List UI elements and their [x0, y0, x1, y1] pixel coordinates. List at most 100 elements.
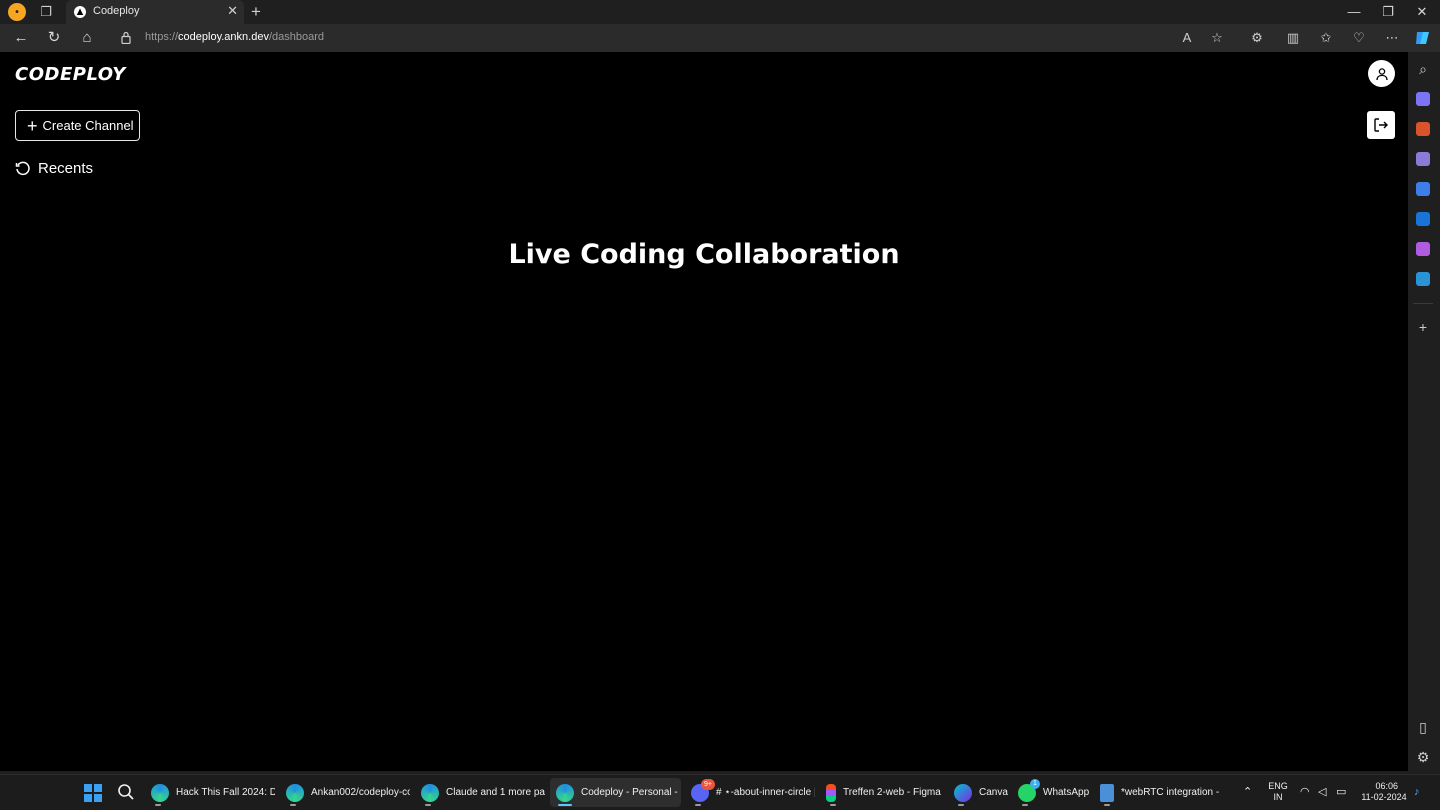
- close-tab-icon[interactable]: ✕: [227, 4, 238, 18]
- tab-codeploy[interactable]: Codeploy ✕: [66, 0, 244, 24]
- create-channel-button[interactable]: + Create Channel: [15, 110, 140, 141]
- create-channel-label: Create Channel: [42, 118, 134, 133]
- recents-label: Recents: [38, 160, 94, 177]
- taskbar-item-label: WhatsApp: [1043, 787, 1090, 798]
- taskbar-item-label: Ankan002/codeploy-co: [311, 787, 410, 798]
- more-menu-icon[interactable]: ⋯: [1383, 29, 1401, 47]
- taskbar-item-label: # ⋆-about-inner-circle |: [716, 787, 815, 798]
- back-icon[interactable]: ←: [12, 29, 30, 47]
- logout-icon: [1374, 118, 1388, 132]
- running-indicator: [1104, 804, 1110, 806]
- edge-icon: [151, 783, 169, 802]
- taskbar-item-whatsapp[interactable]: WhatsApp: [1012, 778, 1090, 807]
- new-tab-icon[interactable]: +: [251, 3, 261, 20]
- running-indicator: [695, 804, 701, 806]
- battery-icon[interactable]: ▭: [1336, 786, 1346, 798]
- copilot-icon[interactable]: [1413, 28, 1433, 48]
- home-icon[interactable]: ⌂: [78, 29, 96, 47]
- windows-start-icon[interactable]: [84, 784, 102, 802]
- discord-badge: 9+: [701, 779, 715, 790]
- refresh-icon[interactable]: ↻: [45, 29, 63, 47]
- page-viewport: CODEPLOY + Create Channel Recents Live C…: [0, 52, 1408, 771]
- taskbar-item-label: Claude and 1 more page: [446, 787, 545, 798]
- active-indicator: [558, 804, 572, 806]
- url-host: codeploy.ankn.dev: [178, 31, 269, 43]
- taskbar-item-claude[interactable]: Claude and 1 more page: [415, 778, 545, 807]
- user-icon: [1375, 67, 1388, 80]
- sidebar-drop-icon[interactable]: [1416, 272, 1430, 286]
- notification-bell-icon[interactable]: ♪: [1414, 786, 1420, 798]
- page-headline: Live Coding Collaboration: [508, 239, 900, 270]
- language-region: IN: [1273, 792, 1283, 802]
- lock-icon[interactable]: [121, 31, 131, 44]
- language-indicator[interactable]: ENG IN: [1266, 781, 1290, 803]
- history-icon: [15, 161, 30, 175]
- address-bar[interactable]: https://codeploy.ankn.dev/dashboard: [145, 31, 324, 43]
- running-indicator: [830, 804, 836, 806]
- clock-time: 06:06: [1375, 781, 1398, 791]
- taskbar-item-github[interactable]: Ankan002/codeploy-co: [280, 778, 410, 807]
- url-prefix: https://: [145, 31, 179, 43]
- sidebar-settings-icon[interactable]: ⚙: [1414, 749, 1432, 765]
- notepad-icon: [1100, 783, 1114, 802]
- workspaces-icon[interactable]: ❐: [38, 4, 54, 20]
- sidebar-search-icon[interactable]: ⌕: [1414, 61, 1432, 77]
- canva-icon: [954, 783, 972, 802]
- sidebar-outlook-icon[interactable]: [1416, 212, 1430, 226]
- running-indicator: [155, 804, 161, 806]
- read-aloud-icon[interactable]: A: [1178, 29, 1196, 47]
- profile-icon[interactable]: •: [8, 3, 26, 21]
- running-indicator: [958, 804, 964, 806]
- taskbar-search-icon[interactable]: [117, 783, 135, 801]
- extensions-icon[interactable]: ⚙: [1248, 29, 1266, 47]
- browser-essentials-icon[interactable]: ♡: [1350, 29, 1368, 47]
- whatsapp-badge: 1: [1030, 779, 1040, 789]
- edge-icon: [286, 783, 304, 802]
- sidebar-add-icon[interactable]: +: [1414, 319, 1432, 335]
- codeploy-favicon-icon: [74, 6, 86, 18]
- url-path: /dashboard: [268, 31, 324, 43]
- taskbar-item-hack-this-fall[interactable]: Hack This Fall 2024: Das: [145, 778, 275, 807]
- close-window-icon[interactable]: ✕: [1412, 3, 1432, 21]
- figma-icon: [826, 783, 836, 802]
- taskbar-item-codeploy[interactable]: Codeploy - Personal - M: [550, 778, 681, 807]
- taskbar-item-label: Codeploy - Personal - M: [581, 787, 681, 798]
- sidebar-microsoft365-icon[interactable]: [1416, 182, 1430, 196]
- speaker-muted-icon[interactable]: ◁: [1318, 786, 1326, 798]
- user-avatar-button[interactable]: [1368, 60, 1395, 87]
- split-screen-icon[interactable]: ▥: [1284, 29, 1302, 47]
- running-indicator: [425, 804, 431, 806]
- logout-button[interactable]: [1367, 111, 1395, 139]
- show-hidden-icons-chevron-icon[interactable]: ⌃: [1243, 786, 1252, 798]
- app-logo[interactable]: CODEPLOY: [15, 64, 126, 85]
- restore-icon[interactable]: ❐: [1378, 3, 1398, 21]
- running-indicator: [290, 804, 296, 806]
- language-code: ENG: [1268, 781, 1288, 791]
- taskbar-item-notepad[interactable]: *webRTC integration - N: [1094, 778, 1222, 807]
- running-indicator: [1022, 804, 1028, 806]
- minimize-icon[interactable]: —: [1344, 3, 1364, 21]
- edge-icon: [421, 783, 439, 802]
- sidebar-games-icon[interactable]: [1416, 152, 1430, 166]
- favorite-star-icon[interactable]: ☆: [1208, 29, 1226, 47]
- sidebar-tag-icon[interactable]: [1416, 92, 1430, 106]
- browser-toolbar: ← ↻ ⌂ https://codeploy.ankn.dev/dashboar…: [0, 24, 1440, 52]
- sidebar-divider: [1413, 303, 1433, 304]
- taskbar-item-label: Hack This Fall 2024: Das: [176, 787, 275, 798]
- edge-icon: [556, 783, 574, 802]
- tab-title: Codeploy: [93, 5, 140, 17]
- taskbar-item-label: *webRTC integration - N: [1121, 787, 1222, 798]
- clock[interactable]: 06:06 11-02-2024: [1358, 781, 1410, 803]
- sidebar-toolbox-icon[interactable]: [1416, 122, 1430, 136]
- taskbar-item-canva[interactable]: Canva: [948, 778, 1008, 807]
- recents-section[interactable]: Recents: [15, 160, 93, 177]
- windows-taskbar: Hack This Fall 2024: Das Ankan002/codepl…: [0, 774, 1440, 810]
- plus-icon: +: [27, 115, 38, 136]
- favorites-icon[interactable]: ✩: [1317, 29, 1335, 47]
- sidebar-collapse-icon[interactable]: ▯: [1414, 719, 1432, 735]
- sidebar-designer-icon[interactable]: [1416, 242, 1430, 256]
- clock-date: 11-02-2024: [1361, 792, 1407, 802]
- taskbar-item-label: Canva: [979, 787, 1008, 798]
- taskbar-item-figma[interactable]: Treffen 2-web - Figma: [820, 778, 945, 807]
- wifi-icon[interactable]: ◠: [1300, 786, 1310, 798]
